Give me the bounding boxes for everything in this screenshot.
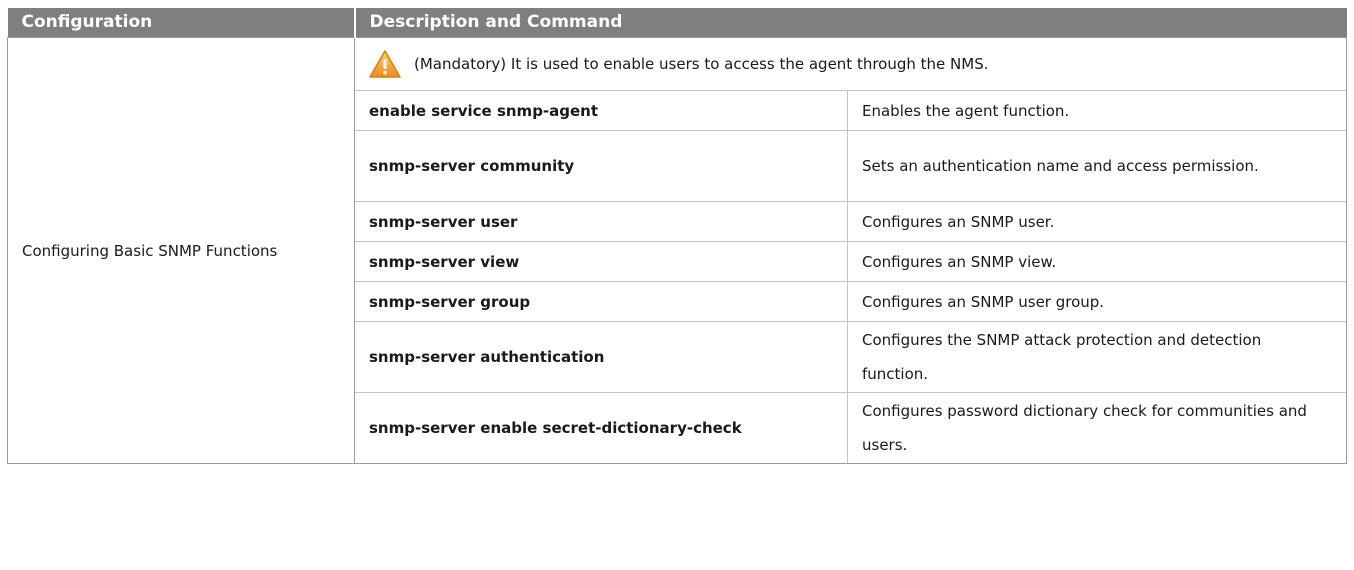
configuration-table: Configuration Description and Command Co… bbox=[7, 8, 1347, 464]
command-description: Configures the SNMP attack protection an… bbox=[847, 321, 1346, 393]
command-description: Configures password dictionary check for… bbox=[862, 402, 1307, 454]
command-name: snmp-server community bbox=[355, 130, 848, 202]
command-name: snmp-server group bbox=[355, 281, 848, 322]
command-row: enable service snmp-agent Enables the ag… bbox=[355, 91, 1346, 131]
command-name: snmp-server authentication bbox=[355, 321, 848, 393]
page: Configuration Description and Command Co… bbox=[0, 0, 1354, 570]
command-row: snmp-server authentication Configures th… bbox=[355, 321, 1346, 393]
command-description: Configures an SNMP user. bbox=[847, 201, 1346, 242]
command-row: snmp-server user Configures an SNMP user… bbox=[355, 201, 1346, 242]
command-description: Enables the agent function. bbox=[847, 91, 1346, 131]
command-name: snmp-server enable secret-dictionary-che… bbox=[355, 392, 848, 463]
warning-icon bbox=[369, 50, 401, 78]
note-text: (Mandatory) It is used to enable users t… bbox=[414, 55, 989, 73]
command-description: Configures an SNMP user group. bbox=[847, 281, 1346, 322]
command-row: snmp-server group Configures an SNMP use… bbox=[355, 281, 1346, 322]
table-header-row: Configuration Description and Command bbox=[7, 8, 1347, 38]
command-row: snmp-server view Configures an SNMP view… bbox=[355, 241, 1346, 282]
command-description: Sets an authentication name and access p… bbox=[847, 130, 1346, 202]
command-name: enable service snmp-agent bbox=[355, 91, 848, 131]
command-row: snmp-server enable secret-dictionary-che… bbox=[355, 392, 1346, 463]
command-description: Configures an SNMP view. bbox=[847, 241, 1346, 282]
description-cell: (Mandatory) It is used to enable users t… bbox=[354, 37, 1347, 464]
command-name: snmp-server user bbox=[355, 201, 848, 242]
header-configuration: Configuration bbox=[7, 8, 356, 38]
mandatory-note: (Mandatory) It is used to enable users t… bbox=[355, 38, 1346, 91]
table-row: Configuring Basic SNMP Functions (Mandat… bbox=[7, 37, 1347, 464]
header-description-and-command: Description and Command bbox=[354, 8, 1347, 38]
command-name: snmp-server view bbox=[355, 241, 848, 282]
command-table: enable service snmp-agent Enables the ag… bbox=[355, 91, 1346, 463]
configuration-label: Configuring Basic SNMP Functions bbox=[7, 37, 355, 464]
command-row: snmp-server community Sets an authentica… bbox=[355, 130, 1346, 202]
